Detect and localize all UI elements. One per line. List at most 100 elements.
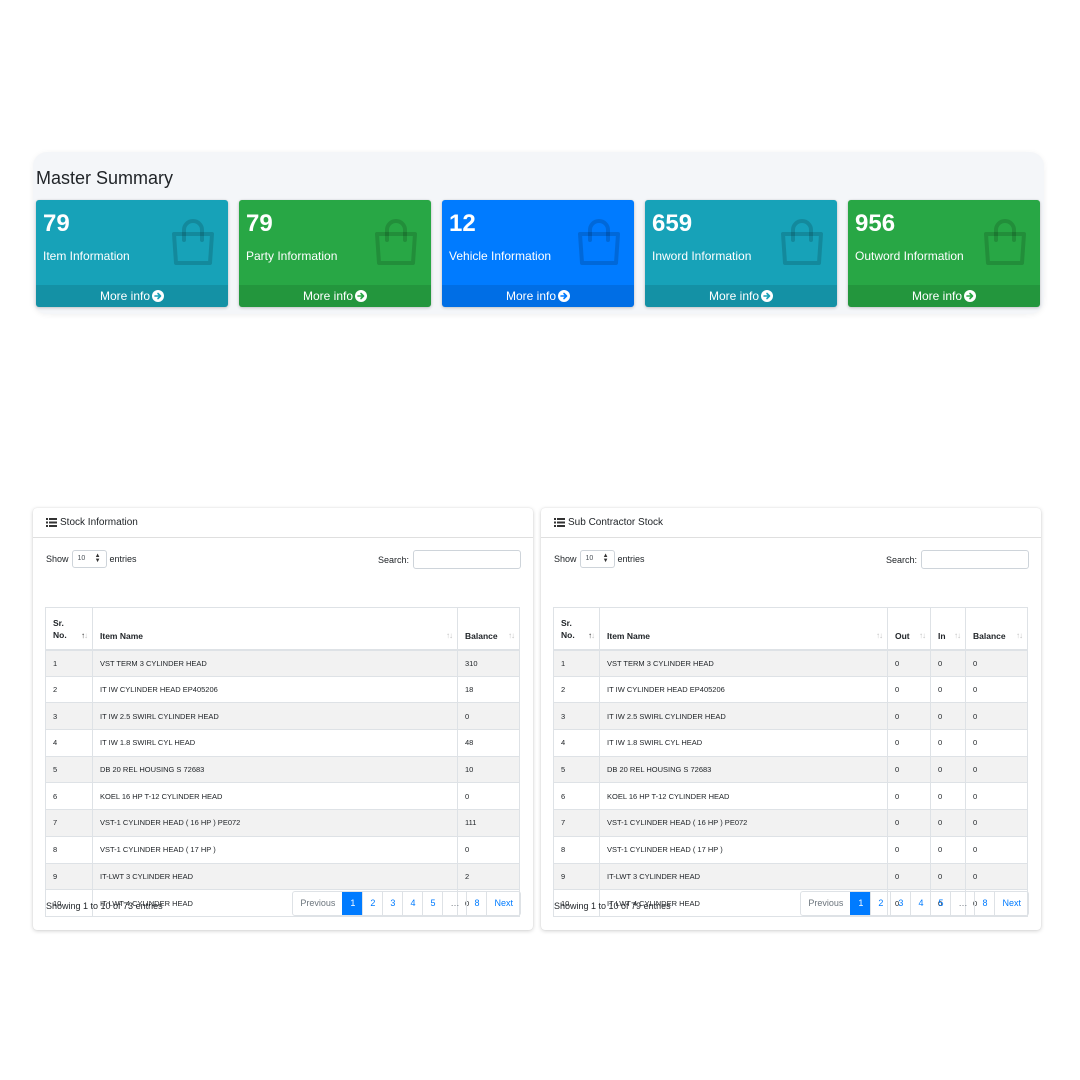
- table-row: 9 IT-LWT 3 CYLINDER HEAD 2: [45, 862, 520, 891]
- table-cell: 6: [45, 782, 93, 811]
- summary-box: 956 Outword Information More info: [848, 200, 1040, 307]
- entries-label: entries: [109, 554, 137, 564]
- table-row: 3 IT IW 2.5 SWIRL CYLINDER HEAD 0 0 0: [553, 702, 1028, 731]
- column-header[interactable]: In ↑↓: [930, 607, 966, 651]
- table-cell: IT IW 2.5 SWIRL CYLINDER HEAD: [92, 702, 458, 731]
- column-header[interactable]: Item Name ↑↓: [599, 607, 888, 651]
- sub-contractor-stock-card: Sub Contractor Stock Show 10 ▲ ▼ entries …: [541, 508, 1041, 930]
- table-cell: IT IW CYLINDER HEAD EP405206: [92, 675, 458, 704]
- sub-contractor-table: Sr. No. ↑↓ Item Name ↑↓ Out ↑↓ In ↑↓ Balance ↑↓ 1…: [553, 607, 1028, 917]
- card-header: Sub Contractor Stock: [541, 508, 1041, 538]
- table-cell: IT-LWT 3 CYLINDER HEAD: [599, 862, 888, 891]
- column-header[interactable]: Balance ↑↓: [457, 607, 520, 651]
- column-header-label: Balance: [465, 630, 498, 641]
- table-cell: 0: [930, 755, 966, 784]
- arrow-circle-right-icon: [152, 290, 165, 302]
- table-cell: 0: [887, 835, 931, 864]
- column-header[interactable]: Sr. No. ↑↓: [45, 607, 93, 651]
- summary-box: 659 Inword Information More info: [645, 200, 837, 307]
- previous-page-button[interactable]: Previous: [801, 892, 850, 915]
- page-button[interactable]: 2: [362, 892, 382, 915]
- table-cell: 0: [887, 649, 931, 677]
- page-title: Master Summary: [36, 168, 174, 188]
- table-cell: 7: [45, 809, 93, 837]
- shopping-bag-icon: [373, 218, 419, 266]
- page-button[interactable]: 2: [870, 892, 890, 915]
- column-header[interactable]: Out ↑↓: [887, 607, 931, 651]
- page-button[interactable]: 3: [382, 892, 402, 915]
- column-header-label: Out: [895, 630, 910, 641]
- sort-icon: ↑↓: [81, 630, 88, 640]
- search-control: Search:: [378, 550, 521, 569]
- previous-page-button[interactable]: Previous: [293, 892, 342, 915]
- next-page-button[interactable]: Next: [994, 892, 1028, 915]
- table-cell: VST-1 CYLINDER HEAD ( 17 HP ): [92, 835, 458, 864]
- table-cell: 1: [553, 649, 600, 677]
- entries-select[interactable]: 10 ▲ ▼: [579, 550, 615, 568]
- page-button[interactable]: 4: [910, 892, 930, 915]
- sort-icon: ↑↓: [1016, 630, 1023, 640]
- table-cell: KOEL 16 HP T-12 CYLINDER HEAD: [599, 782, 888, 811]
- more-info-link[interactable]: More info: [848, 285, 1040, 307]
- summary-box: 79 Party Information More info: [239, 200, 431, 307]
- search-input[interactable]: [921, 550, 1029, 569]
- search-input[interactable]: [413, 550, 521, 569]
- table-cell: 7: [553, 809, 600, 837]
- page-button[interactable]: 4: [402, 892, 422, 915]
- table-cell: 0: [457, 835, 520, 864]
- more-info-link[interactable]: More info: [442, 285, 634, 307]
- table-cell: 0: [930, 835, 966, 864]
- sort-icon: ↑↓: [446, 630, 453, 640]
- box-label: Outword Information: [855, 249, 964, 263]
- table-cell: 5: [45, 755, 93, 784]
- sort-icon: ↑↓: [954, 630, 961, 640]
- shopping-bag-icon: [779, 218, 825, 266]
- table-cell: 2: [553, 675, 600, 704]
- stock-table: Sr. No. ↑↓ Item Name ↑↓ Balance ↑↓ 1 VST TERM …: [45, 607, 520, 917]
- table-cell: 0: [930, 809, 966, 837]
- page-button[interactable]: 8: [974, 892, 994, 915]
- table-cell: DB 20 REL HOUSING S 72683: [92, 755, 458, 784]
- more-info-link[interactable]: More info: [239, 285, 431, 307]
- table-cell: 9: [45, 862, 93, 891]
- page-button[interactable]: 8: [466, 892, 486, 915]
- table-row: 2 IT IW CYLINDER HEAD EP405206 18: [45, 675, 520, 704]
- pagination: Previous 1 2 3 4 5… 8 Next: [292, 891, 521, 916]
- column-header[interactable]: Item Name ↑↓: [92, 607, 458, 651]
- page-button[interactable]: 3: [890, 892, 910, 915]
- entries-select[interactable]: 10 ▲ ▼: [71, 550, 107, 568]
- box-label: Vehicle Information: [449, 249, 552, 263]
- sort-icon: ↑↓: [919, 630, 926, 640]
- page-button[interactable]: 1: [342, 892, 363, 915]
- table-cell: 0: [965, 809, 1028, 837]
- sort-icon: ↑↓: [508, 630, 515, 640]
- table-cell: 4: [553, 729, 600, 757]
- table-row: 6 KOEL 16 HP T-12 CYLINDER HEAD 0: [45, 782, 520, 811]
- page-button[interactable]: 1: [850, 892, 871, 915]
- arrow-circle-right-icon: [355, 290, 368, 302]
- column-header[interactable]: Balance ↑↓: [965, 607, 1028, 651]
- more-info-link[interactable]: More info: [645, 285, 837, 307]
- table-cell: 8: [45, 835, 93, 864]
- entries-label: entries: [617, 554, 645, 564]
- table-cell: 0: [930, 729, 966, 757]
- select-caret-icon: ▲ ▼: [602, 553, 609, 564]
- page-button[interactable]: 5: [930, 892, 950, 915]
- more-info-link[interactable]: More info: [36, 285, 228, 307]
- table-cell: 0: [965, 862, 1028, 891]
- table-row: 5 DB 20 REL HOUSING S 72683 0 0 0: [553, 755, 1028, 784]
- page-button[interactable]: 5: [422, 892, 442, 915]
- column-header[interactable]: Sr. No. ↑↓: [553, 607, 600, 651]
- table-cell: 3: [553, 702, 600, 731]
- table-row: 7 VST-1 CYLINDER HEAD ( 16 HP ) PE072 0 0 0: [553, 809, 1028, 837]
- next-page-button[interactable]: Next: [486, 892, 520, 915]
- sort-icon: ↑↓: [876, 630, 883, 640]
- list-icon: [554, 518, 565, 527]
- table-cell: IT IW 2.5 SWIRL CYLINDER HEAD: [599, 702, 888, 731]
- more-info-label: More info: [911, 289, 963, 303]
- table-cell: 0: [887, 729, 931, 757]
- box-count: 79: [246, 210, 273, 237]
- table-cell: IT-LWT 3 CYLINDER HEAD: [92, 862, 458, 891]
- table-cell: 0: [930, 782, 966, 811]
- entries-length-control: Show 10 ▲ ▼ entries: [554, 550, 645, 568]
